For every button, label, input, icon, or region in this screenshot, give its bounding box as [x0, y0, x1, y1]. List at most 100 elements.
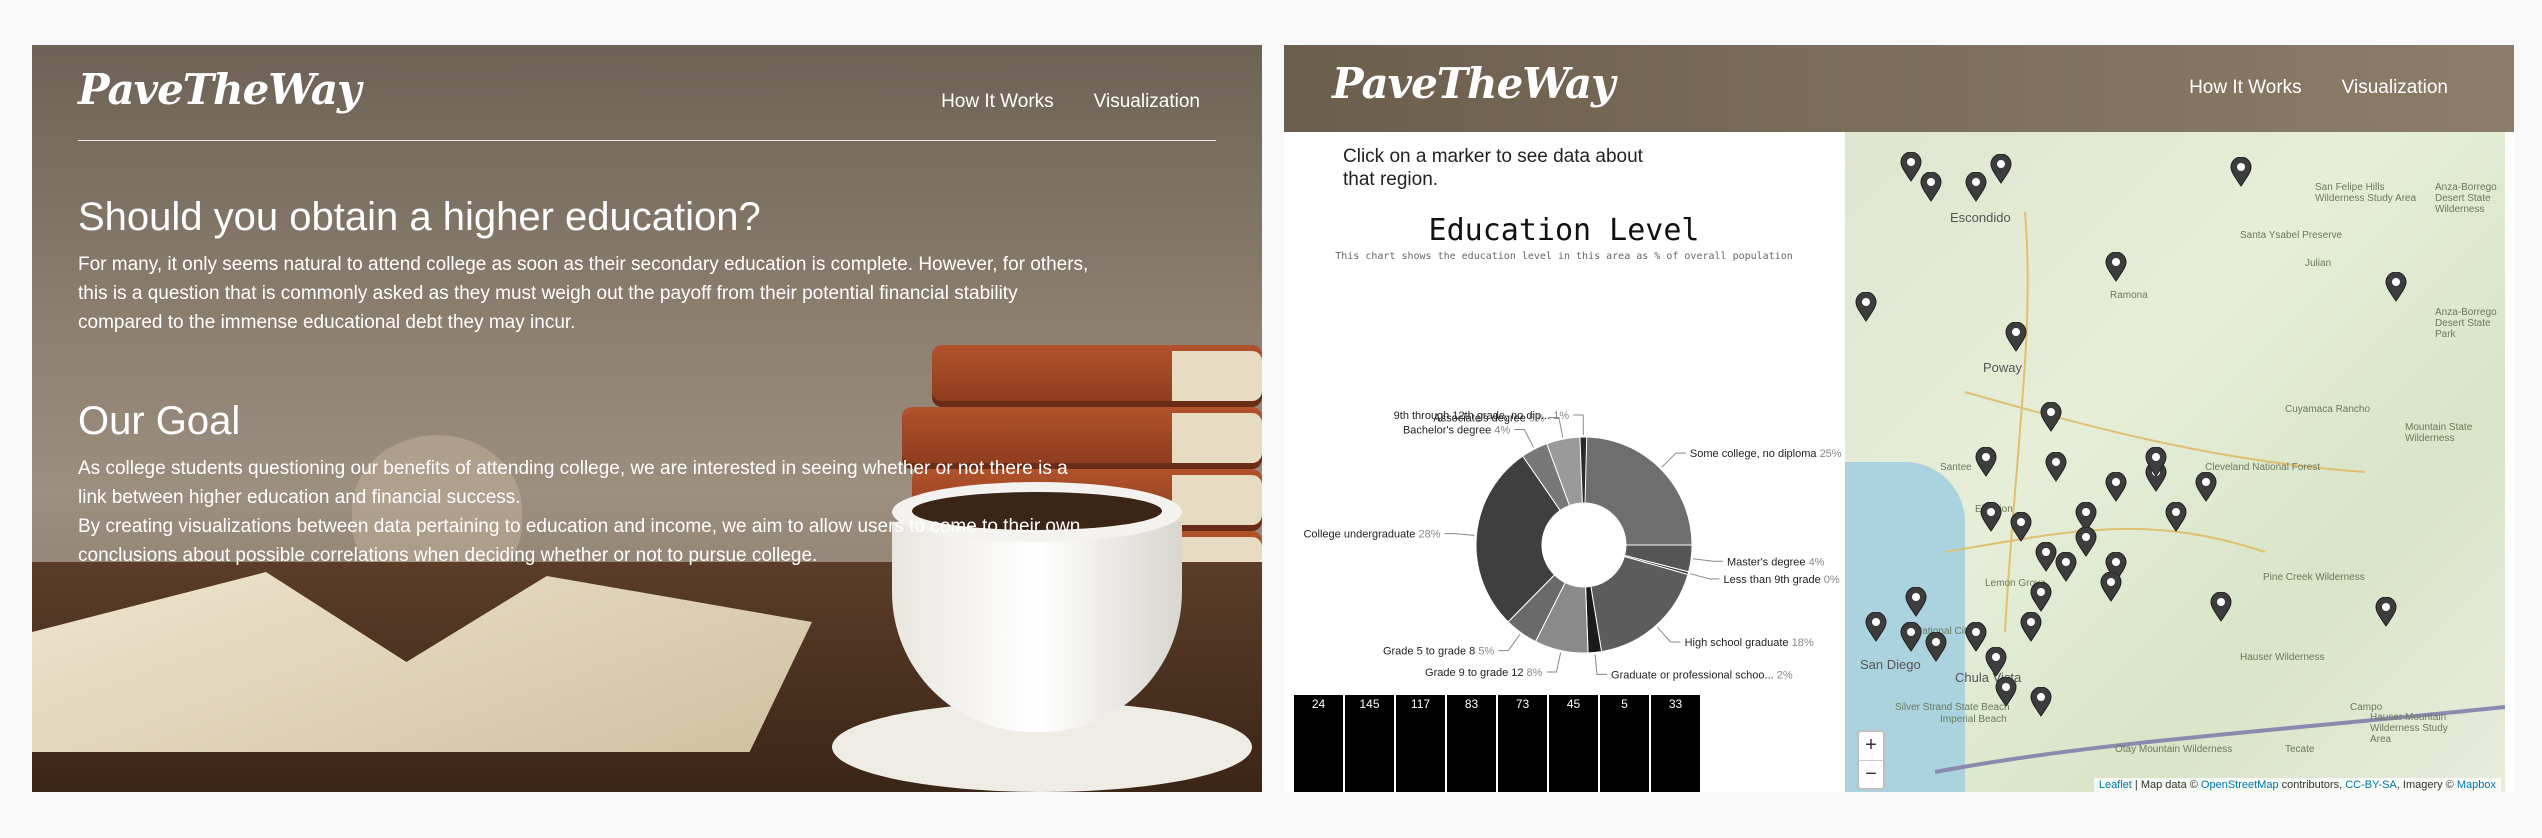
goal-paragraph-2: By creating visualizations between data …: [78, 516, 1081, 566]
map-marker-icon[interactable]: [2100, 571, 2122, 602]
map-marker-icon[interactable]: [2055, 551, 2077, 582]
map-marker-icon[interactable]: [1900, 621, 1922, 652]
map-marker-icon[interactable]: [2030, 581, 2052, 612]
pie-leader-line: [1594, 654, 1608, 675]
intro-paragraph: For many, it only seems natural to atten…: [78, 254, 1089, 333]
map-marker-icon[interactable]: [1920, 171, 1942, 202]
map-marker-icon[interactable]: [2010, 511, 2032, 542]
top-nav: PaveTheWay How It Works Visualization: [78, 65, 1216, 141]
map-marker-icon[interactable]: [2210, 591, 2232, 622]
bar-value-label: 73: [1515, 697, 1530, 711]
pie-leader-line: [1661, 452, 1686, 468]
map-marker-icon[interactable]: [1995, 676, 2017, 707]
map-attribution: Leaflet | Map data © OpenStreetMap contr…: [2093, 778, 2501, 792]
map-marker-icon[interactable]: [2020, 611, 2042, 642]
map-label: Poway: [1983, 360, 2023, 375]
map-marker-icon[interactable]: [2230, 156, 2252, 187]
map-marker-icon[interactable]: [2040, 401, 2062, 432]
region-map[interactable]: Escondido Ramona Poway Santee El Cajon L…: [1845, 132, 2505, 792]
bar-strip: 24 145 117 83 73 45 5 33: [1294, 695, 1700, 792]
map-marker-icon[interactable]: [1905, 586, 1927, 617]
map-label: Santee: [1940, 462, 1972, 473]
bar[interactable]: 73: [1498, 695, 1547, 792]
map-marker-icon[interactable]: [2145, 446, 2167, 477]
nav-how-it-works[interactable]: How It Works: [941, 91, 1054, 113]
map-hint: Click on a marker to see data about that…: [1343, 146, 1643, 190]
map-marker-icon[interactable]: [1855, 291, 1877, 322]
map-label: Cleveland National Forest: [2205, 462, 2321, 473]
map-label: Imperial Beach: [1940, 714, 2007, 725]
top-nav: PaveTheWay How It Works Visualization: [1284, 45, 2514, 132]
pie-leader-line: [1656, 626, 1681, 643]
map-marker-icon[interactable]: [1900, 151, 1922, 182]
map-marker-icon[interactable]: [2075, 526, 2097, 557]
chart-title: Education Level: [1428, 213, 1700, 248]
map-label: Santa Ysabel Preserve: [2240, 230, 2343, 241]
pie-label: Grade 5 to grade 8 5%: [1383, 646, 1495, 658]
map-marker-icon[interactable]: [2030, 686, 2052, 717]
bar-value-label: 117: [1410, 697, 1431, 711]
map-label: Silver Strand State Beach: [1895, 702, 2010, 713]
map-label: Anza-Borrego Desert State Wilderness: [2435, 182, 2497, 215]
map-marker-icon[interactable]: [2165, 501, 2187, 532]
cc-link[interactable]: CC-BY-SA: [2345, 779, 2397, 791]
bar-value-label: 83: [1464, 697, 1479, 711]
map-marker-icon[interactable]: [1985, 646, 2007, 677]
map-marker-icon[interactable]: [1980, 501, 2002, 532]
pie-label: Master's degree 4%: [1727, 556, 1825, 568]
map-marker-icon[interactable]: [2375, 596, 2397, 627]
map-marker-icon[interactable]: [1925, 631, 1947, 662]
nav-visualization[interactable]: Visualization: [2342, 77, 2448, 99]
map-marker-icon[interactable]: [2105, 251, 2127, 282]
nav-visualization[interactable]: Visualization: [1094, 91, 1200, 113]
map-label: Mountain State Wilderness: [2405, 422, 2473, 444]
pie-leader-line: [1514, 429, 1534, 448]
bar[interactable]: 24: [1294, 695, 1343, 792]
pie-leader-line: [1498, 634, 1521, 652]
zoom-in-button[interactable]: +: [1859, 732, 1883, 760]
pie-label: Some college, no diploma 25%: [1690, 448, 1842, 460]
bar[interactable]: 117: [1396, 695, 1445, 792]
goal-heading: Our Goal: [78, 399, 241, 443]
map-label: Hauser Mountain Wilderness Study Area: [2370, 712, 2448, 745]
education-donut-chart: Some college, no diploma 25% Master's deg…: [1303, 410, 1842, 681]
page-title: Should you obtain a higher education?: [78, 195, 761, 239]
bar[interactable]: 145: [1345, 695, 1394, 792]
bar[interactable]: 83: [1447, 695, 1496, 792]
bar[interactable]: 45: [1549, 695, 1598, 792]
pie-leader-line: [1444, 533, 1475, 536]
pie-label: Less than 9th grade 0%: [1723, 574, 1839, 586]
map-marker-icon[interactable]: [2105, 471, 2127, 502]
pie-slice[interactable]: [1590, 555, 1689, 653]
map-label: San Felipe Hills Wilderness Study Area: [2315, 182, 2417, 204]
leaflet-link[interactable]: Leaflet: [2099, 779, 2132, 791]
bar[interactable]: 33: [1651, 695, 1700, 792]
map-marker-icon[interactable]: [2035, 541, 2057, 572]
mapbox-link[interactable]: Mapbox: [2457, 779, 2496, 791]
pie-label: Grade 9 to grade 12 8%: [1425, 667, 1543, 679]
map-marker-icon[interactable]: [2385, 271, 2407, 302]
logo[interactable]: PaveTheWay: [1332, 59, 1615, 108]
pie-label: Bachelor's degree 4%: [1403, 425, 1511, 437]
map-marker-icon[interactable]: [1965, 621, 1987, 652]
map-marker-icon[interactable]: [1865, 611, 1887, 642]
map-marker-icon[interactable]: [2045, 451, 2067, 482]
nav-how-it-works[interactable]: How It Works: [2189, 77, 2302, 99]
map-label: Cuyamaca Rancho: [2285, 404, 2371, 415]
map-marker-icon[interactable]: [2005, 321, 2027, 352]
map-label: Julian: [2305, 258, 2332, 269]
bar-value-label: 45: [1566, 697, 1581, 711]
map-label: Pine Creek Wilderness: [2263, 572, 2365, 583]
map-label: San Diego: [1860, 657, 1921, 672]
bar-value-label: 145: [1359, 697, 1380, 711]
map-label: Anza-Borrego Desert State Park: [2435, 307, 2497, 340]
map-marker-icon[interactable]: [1975, 446, 1997, 477]
map-marker-icon[interactable]: [1965, 171, 1987, 202]
intro-content: Should you obtain a higher education? Fo…: [78, 195, 1098, 570]
osm-link[interactable]: OpenStreetMap: [2201, 779, 2279, 791]
bar[interactable]: 5: [1600, 695, 1649, 792]
pie-leader-line: [1693, 558, 1723, 562]
map-marker-icon[interactable]: [2195, 471, 2217, 502]
zoom-out-button[interactable]: −: [1859, 760, 1883, 788]
map-marker-icon[interactable]: [1990, 153, 2012, 184]
